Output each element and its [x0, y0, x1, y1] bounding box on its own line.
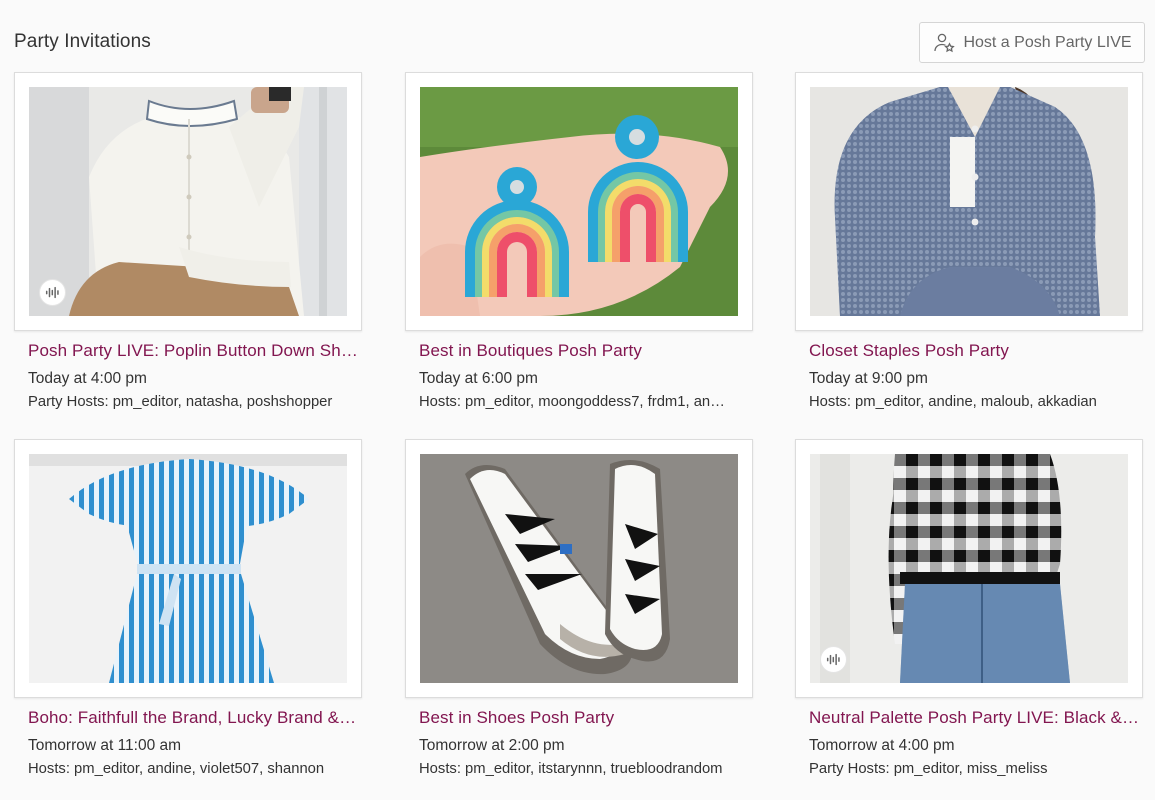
- party-card[interactable]: Boho: Faithfull the Brand, Lucky Brand &…: [14, 439, 362, 777]
- plaid-sweater-photo: [810, 454, 1128, 683]
- party-time: Today at 6:00 pm: [419, 370, 538, 387]
- party-card[interactable]: Best in Boutiques Posh Party Today at 6:…: [405, 72, 753, 410]
- party-image-frame[interactable]: [795, 439, 1143, 698]
- gray-cardigan-photo: [810, 87, 1128, 316]
- party-card[interactable]: Closet Staples Posh Party Today at 9:00 …: [795, 72, 1143, 410]
- audio-live-icon: [39, 279, 66, 306]
- party-hosts: Party Hosts: pm_editor, natasha, poshsho…: [28, 394, 333, 410]
- party-title-link[interactable]: Closet Staples Posh Party: [809, 341, 1139, 361]
- party-hosts: Party Hosts: pm_editor, miss_meliss: [809, 761, 1048, 777]
- party-title-link[interactable]: Neutral Palette Posh Party LIVE: Black &…: [809, 708, 1139, 728]
- blue-striped-dress-photo: [29, 454, 347, 683]
- party-card[interactable]: Neutral Palette Posh Party LIVE: Black &…: [795, 439, 1143, 777]
- party-time: Today at 4:00 pm: [28, 370, 147, 387]
- party-card[interactable]: Best in Shoes Posh Party Tomorrow at 2:0…: [405, 439, 753, 777]
- party-card[interactable]: Posh Party LIVE: Poplin Button Down Shir…: [14, 72, 362, 410]
- party-title-link[interactable]: Posh Party LIVE: Poplin Button Down Shir…: [28, 341, 358, 361]
- page-header: Party Invitations Host a Posh Party LIVE: [14, 22, 1145, 64]
- party-image-frame[interactable]: [14, 72, 362, 331]
- white-poplin-shirt-photo: [29, 87, 347, 316]
- page-title: Party Invitations: [14, 31, 151, 52]
- party-title-link[interactable]: Best in Shoes Posh Party: [419, 708, 749, 728]
- party-hosts: Hosts: pm_editor, andine, maloub, akkadi…: [809, 394, 1097, 410]
- party-hosts: Hosts: pm_editor, moongoddess7, frdm1, a…: [419, 394, 733, 410]
- host-person-star-icon: [934, 33, 956, 52]
- white-sneakers-photo: [420, 454, 738, 683]
- rainbow-earrings-photo: [420, 87, 738, 316]
- party-time: Tomorrow at 2:00 pm: [419, 737, 565, 754]
- party-hosts: Hosts: pm_editor, andine, violet507, sha…: [28, 761, 325, 777]
- party-image-frame[interactable]: [795, 72, 1143, 331]
- party-hosts: Hosts: pm_editor, itstarynnn, truebloodr…: [419, 761, 723, 777]
- party-time: Tomorrow at 11:00 am: [28, 737, 182, 754]
- party-image-frame[interactable]: [405, 72, 753, 331]
- audio-live-icon: [820, 646, 847, 673]
- party-image-frame[interactable]: [405, 439, 753, 698]
- host-posh-party-button[interactable]: Host a Posh Party LIVE: [919, 22, 1145, 63]
- host-button-label: Host a Posh Party LIVE: [963, 33, 1132, 51]
- party-time: Today at 9:00 pm: [809, 370, 928, 387]
- party-title-link[interactable]: Boho: Faithfull the Brand, Lucky Brand &…: [28, 708, 358, 728]
- party-time: Tomorrow at 4:00 pm: [809, 737, 955, 754]
- party-image-frame[interactable]: [14, 439, 362, 698]
- party-title-link[interactable]: Best in Boutiques Posh Party: [419, 341, 749, 361]
